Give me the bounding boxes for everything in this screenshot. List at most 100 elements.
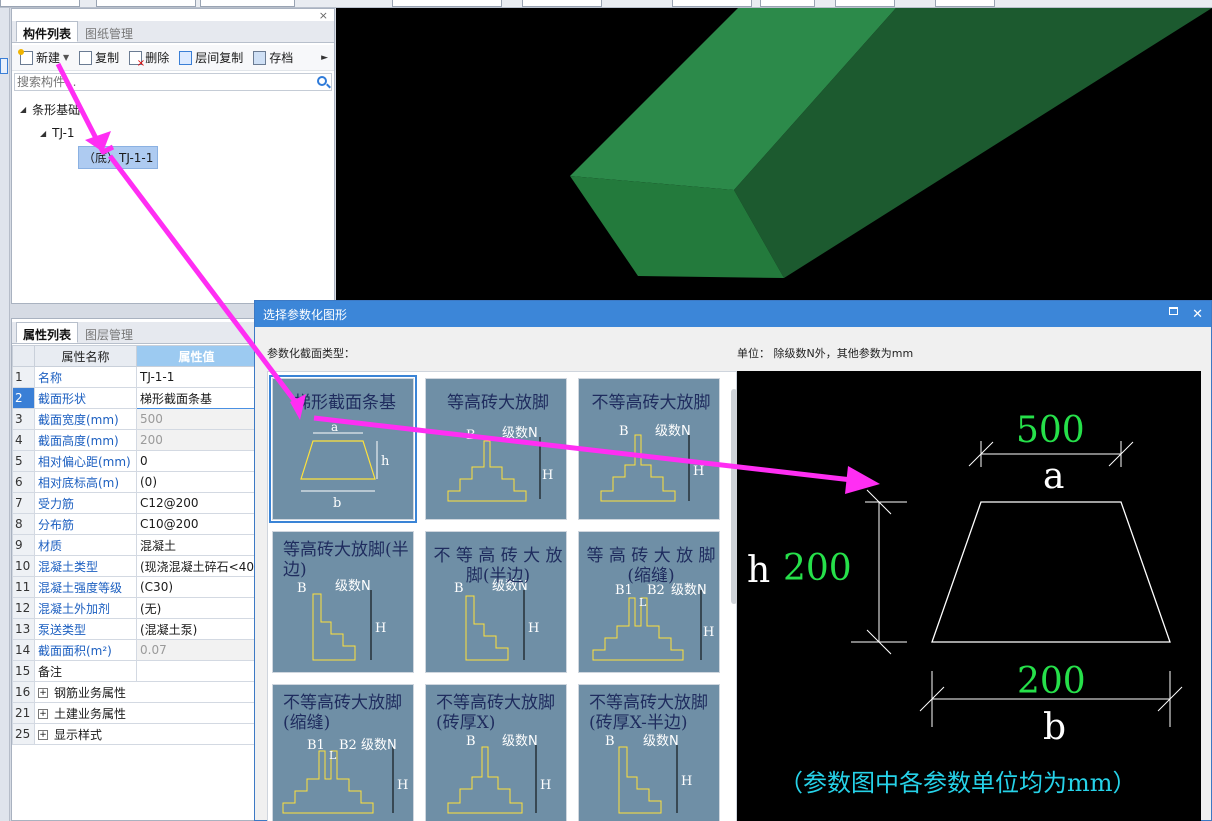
search-box [14,73,332,91]
expand-plus-icon[interactable]: + [38,688,48,698]
expand-plus-icon[interactable]: + [38,709,48,719]
table-row[interactable]: 4 截面高度(mm) 200 [12,429,254,451]
group-name: 土建业务属性 [54,706,127,721]
shape-tile-equal-brick[interactable]: B 级数N H 等高砖大放脚 [425,378,567,520]
header-property-value: 属性值 [136,345,254,367]
copy-label: 复制 [95,51,120,65]
property-value[interactable]: C10@200 [136,513,254,535]
tile-label-H: H [528,621,539,636]
table-row[interactable]: 9 材质 混凝土 [12,534,254,556]
property-value[interactable]: 0 [136,450,254,472]
toolbar-field[interactable] [760,0,815,7]
table-row-group[interactable]: 25 + 显示样式 [12,723,254,745]
property-list-panel: 属性列表 图层管理 属性名称 属性值 1 名称 TJ-1-1 2 截面形状 梯形… [11,318,255,821]
shape-tile-equal-brick-half[interactable]: B 级数N H 等高砖大放脚(半边) [272,531,414,673]
tree-item-strip-foundation[interactable]: ◢ 条形基础 [20,97,158,121]
shape-tile-unequal-brick-joint[interactable]: B1 L B2 级数N H 不等高砖大放脚(缩缝) [272,684,414,821]
table-row[interactable]: 5 相对偏心距(mm) 0 [12,450,254,472]
table-row[interactable]: 15 备注 [12,660,254,682]
shape-tile-trapezoid[interactable]: a h b 梯形截面条基 [269,375,417,523]
property-name: 相对底标高(m) [34,471,137,493]
preview-a-label: a [1043,456,1064,497]
floor-copy-button[interactable]: 层间复制 [175,47,247,68]
toolbar-field[interactable] [522,0,602,7]
tab-layer-management[interactable]: 图层管理 [78,322,140,343]
tab-property-list[interactable]: 属性列表 [16,322,79,343]
table-row[interactable]: 1 名称 TJ-1-1 [12,366,254,388]
row-number: 4 [12,429,35,451]
3d-viewport[interactable] [336,8,1212,308]
shape-tile-unequal-brick-x[interactable]: B 级数N H 不等高砖大放脚(砖厚X) [425,684,567,821]
maximize-icon[interactable] [1169,306,1179,315]
search-input[interactable] [15,74,305,90]
table-row[interactable]: 12 混凝土外加剂 (无) [12,597,254,619]
property-value[interactable]: 混凝土 [136,534,254,556]
table-row-group[interactable]: 21 + 土建业务属性 [12,702,254,724]
shape-tile-equal-brick-joint[interactable]: B1 L B2 级数N H 等 高 砖 大 放 脚(缩缝) [578,531,720,673]
expand-icon[interactable]: ◢ [40,129,46,138]
table-row[interactable]: 10 混凝土类型 (现浇混凝土碎石<40) [12,555,254,577]
new-button[interactable]: 新建 ▼ [16,47,73,68]
table-row[interactable]: 6 相对底标高(m) (0) [12,471,254,493]
row-number: 12 [12,597,35,619]
property-value[interactable]: TJ-1-1 [136,366,254,388]
toolbar-field[interactable] [96,0,196,7]
floor-copy-icon [179,50,193,65]
tile-label-L: L [639,596,647,609]
property-value[interactable]: C12@200 [136,492,254,514]
expand-icon[interactable]: ◢ [20,105,26,114]
save-button[interactable]: 存档 [249,47,297,68]
delete-button[interactable]: 删除 [125,47,173,69]
component-list-panel: × 构件列表 图纸管理 新建 ▼ 复制 删除 层间复制 [11,8,335,304]
toolbar-field[interactable] [935,0,995,7]
property-value-dropdown[interactable]: 梯形截面条基 [136,387,254,409]
expand-plus-icon[interactable]: + [38,730,48,740]
tree-item-tj-1-1[interactable]: （底）TJ-1-1 [20,145,159,169]
table-row[interactable]: 2 截面形状 梯形截面条基 [12,387,254,409]
toolbar-field[interactable] [835,0,895,7]
row-number: 10 [12,555,35,577]
component-tabs: 构件列表 图纸管理 [12,21,334,43]
property-value[interactable]: (无) [136,597,254,619]
more-icon[interactable]: ► [321,53,328,63]
table-row[interactable]: 7 受力筋 C12@200 [12,492,254,514]
copy-icon [79,50,93,65]
close-icon[interactable]: ✕ [1192,307,1203,322]
search-icon[interactable] [317,76,327,86]
toolbar-field[interactable] [0,0,80,7]
property-value[interactable]: (混凝土泵) [136,618,254,640]
dock-button[interactable] [0,58,8,74]
property-name: 混凝土外加剂 [34,597,137,619]
table-row[interactable]: 14 截面面积(m²) 0.07 [12,639,254,661]
copy-button[interactable]: 复制 [75,47,123,68]
row-number: 9 [12,534,35,556]
property-name: 截面形状 [34,387,137,409]
property-value[interactable]: (0) [136,471,254,493]
tile-label-B2: B2 [339,738,357,753]
tile-label-L: L [329,749,337,762]
tree-item-tj-1[interactable]: ◢ TJ-1 [20,121,158,145]
table-row-group[interactable]: 16 + 钢筋业务属性 [12,681,254,703]
toolbar-field[interactable] [392,0,502,7]
tab-component-list[interactable]: 构件列表 [16,21,79,42]
toolbar-field[interactable] [672,0,752,7]
row-number: 11 [12,576,35,598]
tab-drawing-management[interactable]: 图纸管理 [78,21,140,42]
table-row[interactable]: 3 截面宽度(mm) 500 [12,408,254,430]
table-row[interactable]: 11 混凝土强度等级 (C30) [12,576,254,598]
tile-label-N: 级数N [335,579,371,594]
property-name: 材质 [34,534,137,556]
shape-tile-unequal-brick[interactable]: B 级数N H 不等高砖大放脚 [578,378,720,520]
tile-title: 不 等 高 砖 大 放脚(半边) [433,546,563,586]
shape-tile-unequal-brick-x-half[interactable]: B 级数N H 不等高砖大放脚(砖厚X-半边) [578,684,720,821]
property-value[interactable]: (现浇混凝土碎石<40) [136,555,254,577]
chevron-down-icon[interactable]: ▼ [63,53,69,62]
table-row[interactable]: 13 泵送类型 (混凝土泵) [12,618,254,640]
tile-title: 不等高砖大放脚(砖厚X) [436,693,555,733]
table-row[interactable]: 8 分布筋 C10@200 [12,513,254,535]
tile-label-B: B [605,734,615,749]
property-value[interactable]: (C30) [136,576,254,598]
toolbar-field[interactable] [200,0,295,7]
shape-tile-unequal-brick-half[interactable]: B 级数N H 不 等 高 砖 大 放脚(半边) [425,531,567,673]
property-value[interactable] [136,660,254,682]
